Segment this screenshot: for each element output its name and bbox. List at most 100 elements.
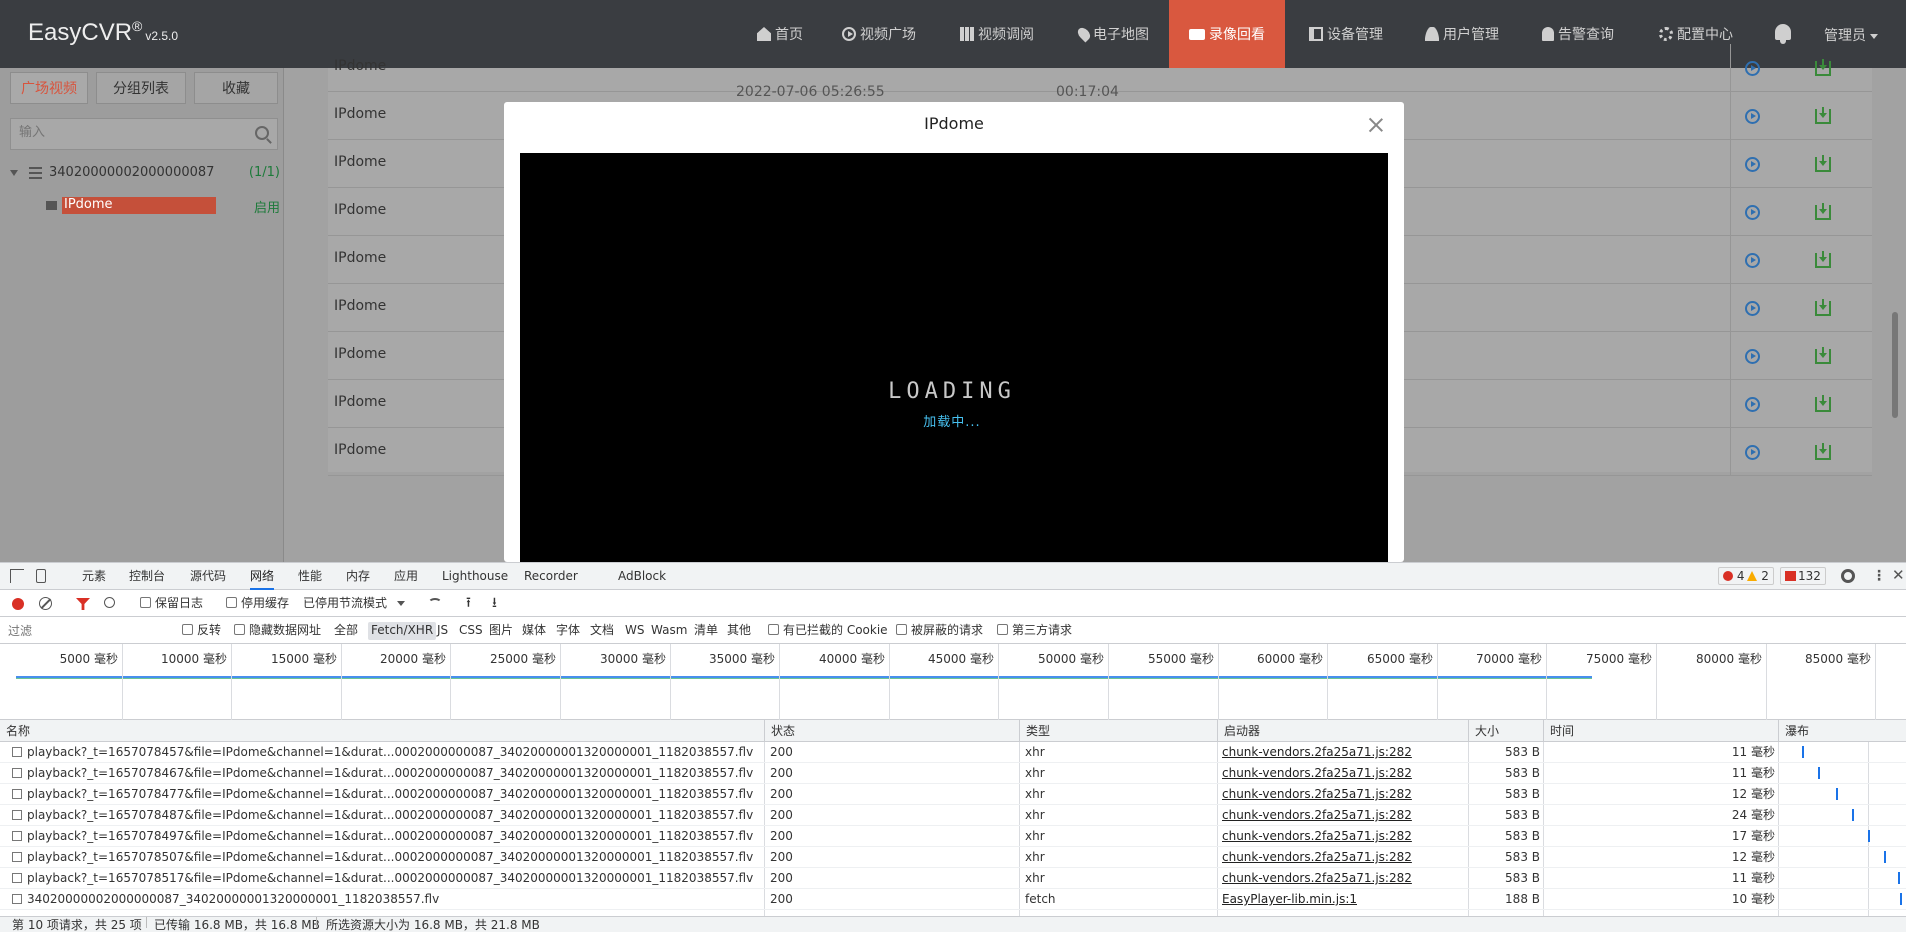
row-checkbox[interactable] bbox=[12, 852, 22, 862]
download-icon[interactable] bbox=[1815, 251, 1831, 268]
tab-elements[interactable]: 元素 bbox=[82, 563, 106, 590]
device-tree-node[interactable]: 34020000002000000087 (1/1) bbox=[10, 164, 280, 184]
table-row[interactable]: 34020000002000000087_3402000000132000000… bbox=[0, 889, 1906, 910]
filter-wasm[interactable]: Wasm bbox=[651, 617, 687, 644]
download-icon[interactable] bbox=[1815, 203, 1831, 220]
play-icon[interactable] bbox=[1745, 445, 1760, 460]
filter-all[interactable]: 全部 bbox=[334, 617, 358, 644]
download-icon[interactable] bbox=[1815, 107, 1831, 124]
table-row[interactable]: playback?_t=1657078457&file=IPdome&chann… bbox=[0, 742, 1906, 763]
row-checkbox[interactable] bbox=[12, 873, 22, 883]
row-checkbox[interactable] bbox=[12, 831, 22, 841]
request-initiator[interactable]: EasyPlayer-lib.min.js:1 bbox=[1222, 889, 1462, 910]
export-har-icon[interactable]: ⭳ bbox=[492, 590, 497, 617]
request-initiator[interactable]: chunk-vendors.2fa25a71.js:282 bbox=[1222, 805, 1462, 826]
table-row[interactable]: playback?_t=1657078497&file=IPdome&chann… bbox=[0, 826, 1906, 847]
request-initiator[interactable]: chunk-vendors.2fa25a71.js:282 bbox=[1222, 742, 1462, 763]
download-icon[interactable] bbox=[1815, 59, 1831, 76]
tab-lighthouse[interactable]: Lighthouse bbox=[442, 563, 508, 590]
tab-group-list[interactable]: 分组列表 bbox=[96, 72, 186, 104]
tab-performance[interactable]: 性能 bbox=[298, 563, 322, 590]
search-icon[interactable] bbox=[255, 126, 269, 140]
download-icon[interactable] bbox=[1815, 155, 1831, 172]
video-player[interactable]: LOADING 加载中... bbox=[520, 153, 1388, 562]
request-initiator[interactable]: chunk-vendors.2fa25a71.js:282 bbox=[1222, 847, 1462, 868]
row-checkbox[interactable] bbox=[12, 810, 22, 820]
filter-fetch-xhr[interactable]: Fetch/XHR bbox=[368, 622, 437, 640]
row-checkbox[interactable] bbox=[12, 768, 22, 778]
filter-img[interactable]: 图片 bbox=[489, 617, 513, 644]
search-icon[interactable] bbox=[104, 597, 115, 608]
channel-tree-node[interactable]: IPdome 启用 bbox=[46, 196, 280, 216]
filter-doc[interactable]: 文档 bbox=[590, 617, 614, 644]
tab-memory[interactable]: 内存 bbox=[346, 563, 370, 590]
tab-console[interactable]: 控制台 bbox=[129, 563, 165, 590]
column-size[interactable]: 大小 bbox=[1468, 720, 1499, 742]
tab-favorites[interactable]: 收藏 bbox=[194, 72, 278, 104]
play-icon[interactable] bbox=[1745, 301, 1760, 316]
request-initiator[interactable]: chunk-vendors.2fa25a71.js:282 bbox=[1222, 826, 1462, 847]
sidebar-search-input[interactable] bbox=[19, 125, 239, 140]
record-icon[interactable] bbox=[12, 598, 24, 610]
download-icon[interactable] bbox=[1815, 443, 1831, 460]
page-scrollbar[interactable] bbox=[1892, 312, 1898, 418]
more-options-icon[interactable]: ⋮ bbox=[1872, 567, 1886, 585]
filter-ws[interactable]: WS bbox=[625, 617, 644, 644]
user-menu[interactable]: 管理员 bbox=[1824, 25, 1878, 45]
play-icon[interactable] bbox=[1745, 253, 1760, 268]
tab-square-videos[interactable]: 广场视频 bbox=[10, 72, 88, 104]
settings-gear-icon[interactable] bbox=[1841, 569, 1855, 583]
column-time[interactable]: 时间 bbox=[1543, 720, 1574, 742]
row-checkbox[interactable] bbox=[12, 789, 22, 799]
play-icon[interactable] bbox=[1745, 157, 1760, 172]
tab-application[interactable]: 应用 bbox=[394, 563, 418, 590]
third-party-checkbox[interactable]: 第三方请求 bbox=[997, 617, 1072, 644]
row-checkbox[interactable] bbox=[12, 894, 22, 904]
blocked-requests-checkbox[interactable]: 被屏蔽的请求 bbox=[896, 617, 983, 644]
disable-cache-checkbox[interactable]: 停用缓存 bbox=[226, 590, 289, 617]
filter-css[interactable]: CSS bbox=[459, 617, 483, 644]
play-icon[interactable] bbox=[1745, 349, 1760, 364]
column-initiator[interactable]: 启动器 bbox=[1217, 720, 1260, 742]
table-row[interactable]: playback?_t=1657078507&file=IPdome&chann… bbox=[0, 847, 1906, 868]
filter-media[interactable]: 媒体 bbox=[522, 617, 546, 644]
preserve-log-checkbox[interactable]: 保留日志 bbox=[140, 590, 203, 617]
network-conditions-icon[interactable] bbox=[428, 598, 442, 608]
tab-adblock[interactable]: AdBlock bbox=[618, 563, 666, 590]
notification-bell-icon[interactable] bbox=[1772, 22, 1794, 46]
tab-network[interactable]: 网络 bbox=[250, 563, 275, 590]
close-devtools-icon[interactable]: ✕ bbox=[1892, 566, 1905, 584]
issues-counter[interactable]: 132 bbox=[1780, 567, 1826, 585]
play-icon[interactable] bbox=[1745, 205, 1760, 220]
tab-sources[interactable]: 源代码 bbox=[190, 563, 226, 590]
filter-input[interactable] bbox=[4, 621, 170, 640]
request-initiator[interactable]: chunk-vendors.2fa25a71.js:282 bbox=[1222, 868, 1462, 889]
row-checkbox[interactable] bbox=[12, 747, 22, 757]
column-name[interactable]: 名称 bbox=[0, 720, 30, 742]
network-overview-timeline[interactable]: 5000 毫秒 10000 毫秒 15000 毫秒 20000 毫秒 25000 毫秒 3… bbox=[0, 644, 1906, 720]
column-status[interactable]: 状态 bbox=[764, 720, 795, 742]
blocked-cookies-checkbox[interactable]: 有已拦截的 Cookie bbox=[768, 617, 888, 644]
download-icon[interactable] bbox=[1815, 299, 1831, 316]
close-icon[interactable] bbox=[1369, 118, 1383, 132]
request-initiator[interactable]: chunk-vendors.2fa25a71.js:282 bbox=[1222, 784, 1462, 805]
download-icon[interactable] bbox=[1815, 347, 1831, 364]
play-icon[interactable] bbox=[1745, 397, 1760, 412]
import-har-icon[interactable]: ⭱ bbox=[466, 590, 471, 617]
table-row[interactable]: playback?_t=1657078467&file=IPdome&chann… bbox=[0, 763, 1906, 784]
column-type[interactable]: 类型 bbox=[1019, 720, 1050, 742]
column-waterfall[interactable]: 瀑布 bbox=[1778, 720, 1809, 742]
console-counter[interactable]: 4 2 bbox=[1718, 567, 1774, 585]
filter-funnel-icon[interactable] bbox=[76, 598, 90, 610]
device-toolbar-icon[interactable] bbox=[36, 569, 46, 583]
filter-manifest[interactable]: 清单 bbox=[694, 617, 718, 644]
hide-data-urls-checkbox[interactable]: 隐藏数据网址 bbox=[234, 617, 321, 644]
filter-other[interactable]: 其他 bbox=[727, 617, 751, 644]
table-row[interactable]: playback?_t=1657078517&file=IPdome&chann… bbox=[0, 868, 1906, 889]
play-icon[interactable] bbox=[1745, 61, 1760, 76]
play-icon[interactable] bbox=[1745, 109, 1760, 124]
inspect-element-icon[interactable] bbox=[10, 569, 24, 583]
caret-down-icon[interactable] bbox=[10, 170, 18, 176]
download-icon[interactable] bbox=[1815, 395, 1831, 412]
invert-checkbox[interactable]: 反转 bbox=[182, 617, 221, 644]
